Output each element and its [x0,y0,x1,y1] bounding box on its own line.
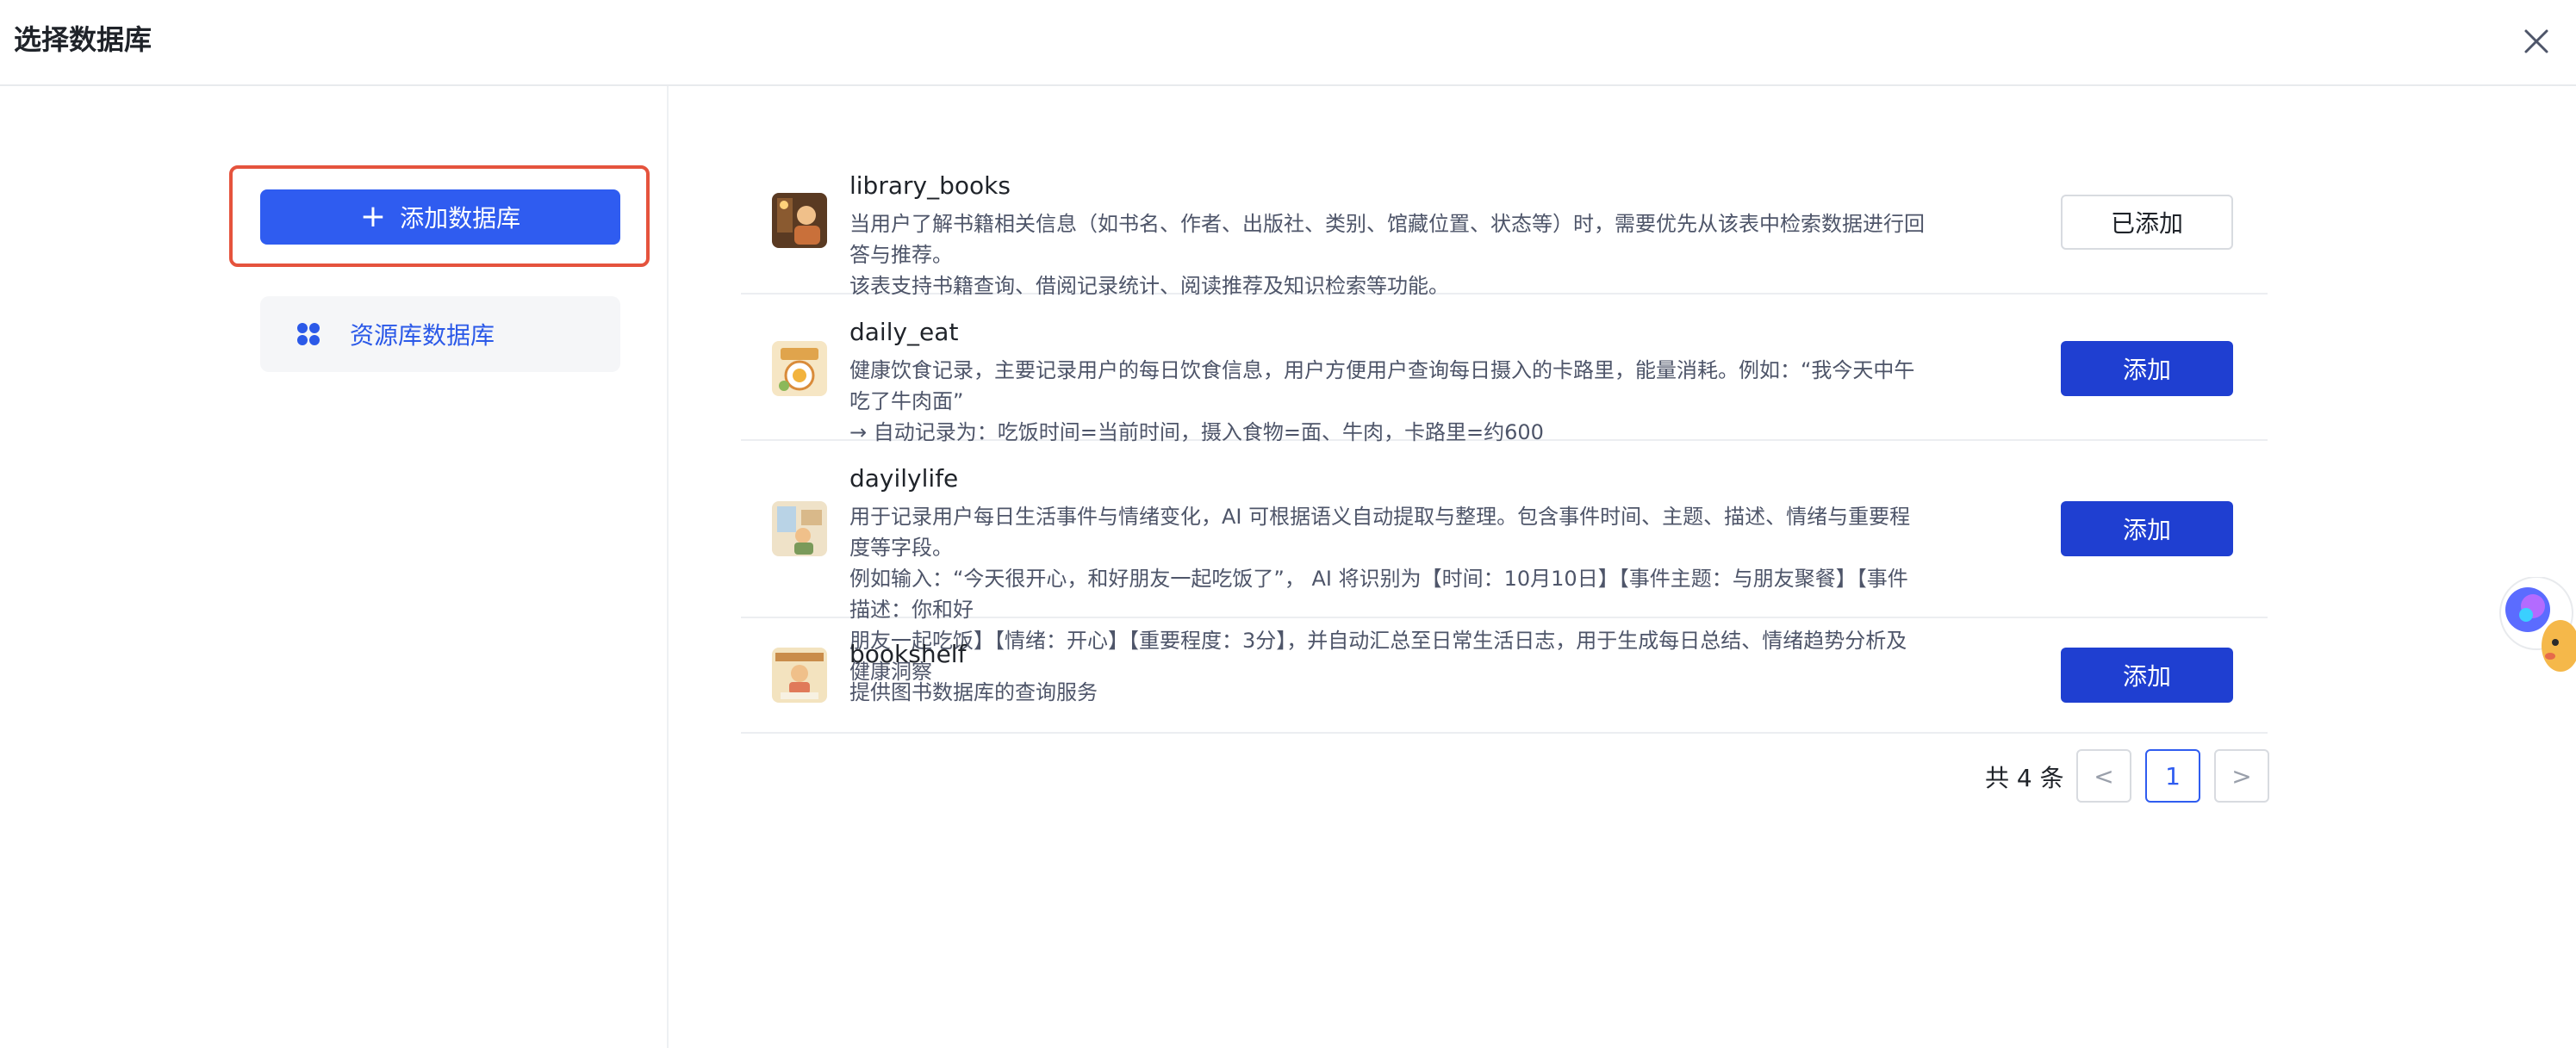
modal-header: 选择数据库 [0,0,2576,86]
description-line: 例如输入：“今天很开心，和好朋友一起吃饭了”， AI 将识别为【时间：10月10… [849,567,1908,622]
added-button[interactable]: 已添加 [2061,195,2233,250]
database-name: library_books [849,171,1011,200]
database-avatar [772,341,827,396]
add-database-label: 添加数据库 [400,204,521,233]
resource-database-label: 资源库数据库 [350,321,495,350]
description-line: 当用户了解书籍相关信息（如书名、作者、出版社、类别、馆藏位置、状态等）时，需要优… [849,212,1925,267]
apps-icon [297,323,320,345]
database-row-bookshelf: bookshelf 提供图书数据库的查询服务 添加 [741,618,2268,734]
description-line: 健康饮食记录，主要记录用户的每日饮食信息，用户方便用户查询每日摄入的卡路里，能量… [849,358,1915,413]
database-row-library-books: library_books 当用户了解书籍相关信息（如书名、作者、出版社、类别、… [741,160,2268,298]
database-row-daily-eat: daily_eat 健康饮食记录，主要记录用户的每日饮食信息，用户方便用户查询每… [741,295,2268,444]
total-count: 共 4 条 [1985,764,2064,792]
pagination: 共 4 条 < 1 > [1982,747,2271,803]
database-name: daily_eat [849,318,959,346]
database-avatar [772,193,827,248]
add-button[interactable]: 添加 [2061,501,2233,556]
next-page-button[interactable]: > [2214,749,2269,803]
database-avatar [772,648,827,703]
database-description: 健康饮食记录，主要记录用户的每日饮食信息，用户方便用户查询每日摄入的卡路里，能量… [849,355,1926,448]
database-description: 提供图书数据库的查询服务 [849,677,1926,708]
database-name: bookshelf [849,640,967,668]
add-button[interactable]: 添加 [2061,648,2233,703]
modal-title: 选择数据库 [14,23,152,56]
resource-database-button[interactable]: 资源库数据库 [260,296,620,372]
plus-icon: + [359,199,387,234]
page-number-button[interactable]: 1 [2145,749,2200,803]
database-avatar [772,501,827,556]
close-button[interactable] [2512,17,2560,65]
floating-assistant[interactable] [2488,576,2576,689]
prev-page-button[interactable]: < [2076,749,2131,803]
assistant-icon [2499,576,2576,672]
add-button[interactable]: 添加 [2061,341,2233,396]
chevron-left-icon: < [2094,761,2114,791]
chevron-right-icon: > [2231,761,2252,791]
database-name: dayilylife [849,464,959,493]
select-database-modal: 选择数据库 + 添加数据库 资源库数据库 library_books 当用户了解… [0,0,2576,1048]
database-description: 当用户了解书籍相关信息（如书名、作者、出版社、类别、馆藏位置、状态等）时，需要优… [849,208,1926,301]
description-line: 提供图书数据库的查询服务 [849,680,1098,704]
add-database-button[interactable]: + 添加数据库 [260,189,620,245]
description-line: 用于记录用户每日生活事件与情绪变化，AI 可根据语义自动提取与整理。包含事件时间… [849,505,1911,560]
database-row-dayilylife: dayilylife 用于记录用户每日生活事件与情绪变化，AI 可根据语义自动提… [741,441,2268,684]
close-icon [2524,29,2548,53]
